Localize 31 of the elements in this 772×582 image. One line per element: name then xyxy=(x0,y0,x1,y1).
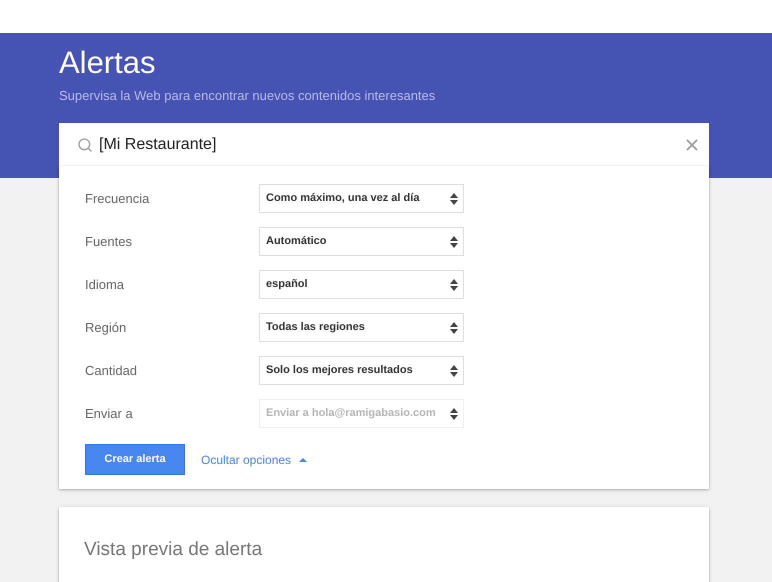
select-field[interactable]: Automático xyxy=(259,227,464,256)
preview-title: Vista previa de alerta xyxy=(84,538,264,562)
select-value: Automático xyxy=(266,234,326,250)
select-field[interactable]: español xyxy=(259,270,464,299)
updown-icon xyxy=(450,192,458,204)
search-value: [Mi Restaurante] xyxy=(99,134,218,154)
select-placeholder: Enviar a hola@ramigabasio.com xyxy=(266,406,436,422)
select-value: español xyxy=(266,277,308,292)
option-label: Cantidad xyxy=(85,362,138,380)
select-field[interactable]: Todas las regiones xyxy=(259,313,464,342)
updown-icon xyxy=(450,236,458,248)
option-label: Frecuencia xyxy=(85,190,150,208)
create-alert-button[interactable]: Crear alerta xyxy=(85,444,185,475)
select-value: Solo los mejores resultados xyxy=(266,363,413,378)
select-field[interactable]: Como máximo, una vez al día xyxy=(259,184,464,213)
select-value: Como máximo, una vez al día xyxy=(266,191,420,206)
search-field[interactable]: [Mi Restaurante] xyxy=(59,123,709,166)
updown-icon xyxy=(450,278,458,290)
updown-icon xyxy=(450,322,458,334)
page-subtitle: Supervisa la Web para encontrar nuevos contenidos interesantes xyxy=(59,87,436,105)
search-icon xyxy=(77,136,93,152)
option-label: Idioma xyxy=(85,276,126,294)
select-field[interactable]: Solo los mejores resultados xyxy=(259,356,464,385)
option-label: Región xyxy=(85,318,128,337)
page-title: Alertas xyxy=(59,45,156,81)
option-label: Enviar a xyxy=(85,404,134,423)
select-value: Todas las regiones xyxy=(266,320,365,336)
updown-icon xyxy=(450,408,458,420)
updown-icon xyxy=(450,364,458,376)
hide-options-link[interactable]: Ocultar opciones xyxy=(201,450,308,468)
option-label: Fuentes xyxy=(85,232,133,251)
